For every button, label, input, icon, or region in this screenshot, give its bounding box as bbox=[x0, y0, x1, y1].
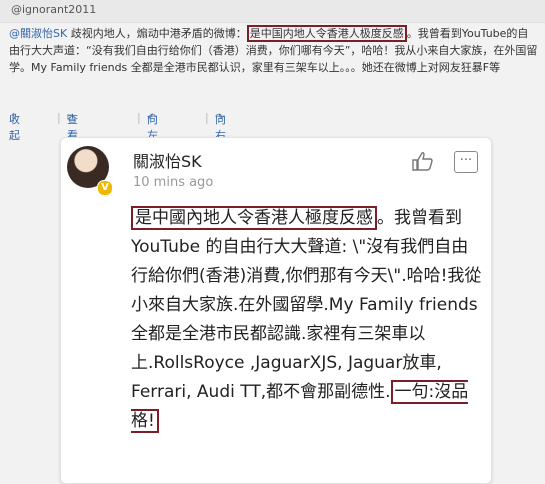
post-body: 是中國內地人令香港人極度反感 。我曾看到YouTube 的自由行大大聲道: \"沒… bbox=[131, 204, 483, 436]
repost-text: @關淑怡SK 歧视内地人，煽动中港矛盾的微博： 是中国内地人令香港人极度反感 。我曾… bbox=[9, 25, 539, 76]
divider: | bbox=[205, 111, 209, 124]
repost-header: @ignorant2011 bbox=[0, 0, 545, 23]
ellipsis-icon[interactable]: ··· bbox=[454, 151, 478, 173]
divider: | bbox=[137, 111, 141, 124]
repost-text-before: 歧视内地人，煽动中港矛盾的微博： bbox=[67, 27, 247, 40]
thumbs-up-icon[interactable] bbox=[411, 150, 435, 172]
post-timestamp: 10 mins ago bbox=[133, 175, 214, 190]
collapse-label: 收起 bbox=[9, 113, 20, 142]
divider: | bbox=[57, 111, 61, 124]
mention-link[interactable]: @關淑怡SK bbox=[9, 27, 67, 40]
user-handle[interactable]: @ignorant2011 bbox=[11, 3, 96, 16]
highlighted-quote: 是中国内地人令香港人极度反感 bbox=[246, 25, 407, 42]
image-actions: ⇡收起 | ⧉查看大图 | ↶向左转 | ↷向右转 bbox=[9, 111, 539, 174]
post-highlight-start: 是中國內地人令香港人極度反感 bbox=[131, 206, 377, 230]
post-author[interactable]: 關淑怡SK bbox=[133, 148, 202, 172]
post-body-text: 。我曾看到YouTube 的自由行大大聲道: \"沒有我們自由行給你們(香港)消… bbox=[131, 208, 484, 402]
embedded-post-screenshot: V 關淑怡SK 10 mins ago ··· 是中國內地人令香港人極度反感 。我… bbox=[60, 137, 492, 484]
verified-badge: V bbox=[97, 180, 113, 196]
